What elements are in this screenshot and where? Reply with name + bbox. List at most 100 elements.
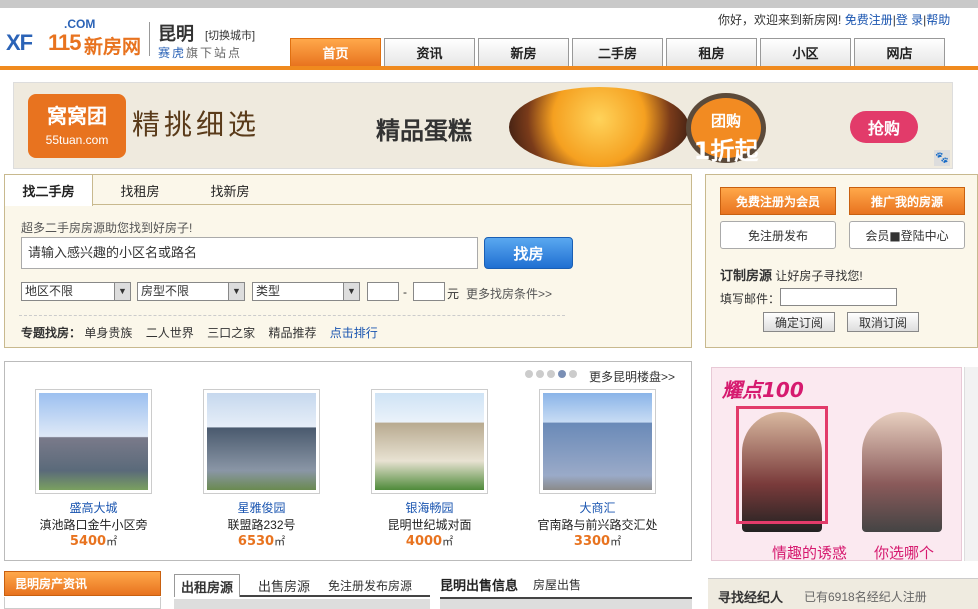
sale-info-link[interactable]: 房屋出售 <box>533 576 581 593</box>
district-select[interactable]: 地区不限 ▼ <box>21 282 131 301</box>
search-tabs: 找二手房 找租房 找新房 <box>5 175 691 206</box>
room-type-select[interactable]: 房型不限 ▼ <box>137 282 245 301</box>
property-type-value: 类型 <box>256 284 281 298</box>
price-value: 4000 <box>405 534 443 549</box>
chevron-down-icon: ▼ <box>114 283 130 300</box>
free-publish-link[interactable]: 免注册发布房源 <box>328 574 412 597</box>
search-panel: 找二手房 找租房 找新房 超多二手房房源助您找到好房子! 请输入感兴趣的小区名或… <box>4 174 692 348</box>
register-member-button[interactable]: 免费注册为会员 <box>720 187 836 215</box>
nav-tab-second-hand[interactable]: 二手房 <box>572 38 663 66</box>
tuan-brand: 窝窝团 <box>47 104 107 128</box>
site-logo[interactable]: XF 115 .COM 新房网 <box>4 17 146 58</box>
ad-caption-right: 你选哪个 <box>874 545 935 561</box>
agent-finder: 寻找经纪人 已有6918名经纪人注册 <box>708 578 978 609</box>
listing-price: 3300㎡ <box>525 533 670 549</box>
cancel-subscribe-button[interactable]: 取消订阅 <box>847 312 919 332</box>
nav-tab-news[interactable]: 资讯 <box>384 38 475 66</box>
promo-banner[interactable]: 窝窝团 55tuan.com 精挑细选 精品蛋糕 团购 1折起 抢购 🐾 <box>13 82 953 169</box>
property-type-select[interactable]: 类型 ▼ <box>252 282 360 301</box>
banner-slogan: 精挑细选 <box>132 108 261 141</box>
top-gray-bar <box>0 0 978 8</box>
member-login-button[interactable]: 会员■登陆中心 <box>849 221 965 249</box>
nav-tab-home[interactable]: 首页 <box>290 38 381 66</box>
nav-tab-new-homes[interactable]: 新房 <box>478 38 569 66</box>
nav-underline <box>0 66 978 70</box>
chevron-down-icon: ▼ <box>228 283 244 300</box>
banner-product: 精品蛋糕 <box>376 117 472 145</box>
switch-city-link[interactable]: [切换城市] <box>205 27 255 43</box>
listing-name[interactable]: 盛高大城 <box>21 499 166 516</box>
tab-find-new[interactable]: 找新房 <box>195 175 265 205</box>
deal-line-2: 1折起 <box>693 137 759 165</box>
listing-address: 昆明世纪城对面 <box>387 518 472 532</box>
listing-card[interactable]: 大商汇 官南路与前兴路交汇处 3300㎡ <box>525 389 670 549</box>
register-link[interactable]: 免费注册 <box>845 13 893 27</box>
listing-card[interactable]: 盛高大城 滇池路口金牛小区旁 5400㎡ <box>21 389 166 549</box>
side-scroll-strip <box>964 367 978 561</box>
listing-photo[interactable] <box>35 389 152 494</box>
ad-photo-right <box>862 412 942 532</box>
nav-tab-shop[interactable]: 网店 <box>854 38 945 66</box>
tab-rent-listings[interactable]: 出租房源 <box>174 574 241 597</box>
listing-photo[interactable] <box>203 389 320 494</box>
agent-count: 已有6918名经纪人注册 <box>804 590 927 604</box>
listing-address: 官南路与前兴路交汇处 <box>537 518 658 532</box>
find-house-button[interactable]: 找房 <box>484 237 573 269</box>
topic-couple[interactable]: 二人世界 <box>146 326 194 340</box>
listing-photo[interactable] <box>539 389 656 494</box>
cake-image <box>509 87 689 167</box>
room-type-value: 房型不限 <box>141 284 190 298</box>
grab-button[interactable]: 抢购 <box>850 111 918 143</box>
topic-single[interactable]: 单身贵族 <box>84 326 132 340</box>
listing-name[interactable]: 星雅俊园 <box>189 499 334 516</box>
topic-family[interactable]: 三口之家 <box>207 326 255 340</box>
current-city: 昆明 <box>158 24 194 45</box>
logo-chinese: 新房网 <box>84 36 142 58</box>
listing-card[interactable]: 星雅俊园 联盟路232号 6530㎡ <box>189 389 334 549</box>
promote-listing-button[interactable]: 推广我的房源 <box>849 187 965 215</box>
login-link[interactable]: 登 录 <box>896 13 923 27</box>
listing-price: 6530㎡ <box>189 533 334 549</box>
more-conditions-link[interactable]: 更多找房条件>> <box>466 285 552 302</box>
listing-photo[interactable] <box>371 389 488 494</box>
price-unit: ㎡ <box>442 535 454 548</box>
subsite-label: 赛虎旗下站点 <box>158 44 242 61</box>
chevron-down-icon: ▼ <box>343 283 359 300</box>
search-input[interactable]: 请输入感兴趣的小区名或路名 <box>21 237 478 269</box>
help-link[interactable]: 帮助 <box>926 13 950 27</box>
ad-photo-frame <box>736 406 828 524</box>
listing-address: 滇池路口金牛小区旁 <box>39 518 148 532</box>
ad-caption-left: 情趣的诱惑 <box>772 545 848 561</box>
nav-tab-community[interactable]: 小区 <box>760 38 851 66</box>
subscribe-title: 订制房源 让好房子寻找您! <box>720 265 863 284</box>
ad-title: 耀点100 <box>722 378 804 402</box>
paw-icon[interactable]: 🐾 <box>934 150 950 166</box>
tab-find-rent[interactable]: 找租房 <box>105 175 175 205</box>
tab-sale-listings[interactable]: 出售房源 <box>258 574 310 597</box>
carousel-dots[interactable] <box>525 370 577 378</box>
listing-name[interactable]: 银海畅园 <box>357 499 502 516</box>
tab-find-second-hand[interactable]: 找二手房 <box>5 175 93 206</box>
side-advertisement[interactable]: 耀点100 情趣的诱惑 你选哪个 <box>711 367 962 561</box>
publish-no-register-button[interactable]: 免注册发布 <box>720 221 836 249</box>
district-value: 地区不限 <box>25 284 74 298</box>
topic-featured[interactable]: 精品推荐 <box>268 326 316 340</box>
price-max-input[interactable] <box>413 282 445 301</box>
price-separator: - <box>403 285 407 299</box>
price-value: 6530 <box>237 534 275 549</box>
click-rank-link[interactable]: 点击排行 <box>330 326 378 340</box>
sale-info-title: 昆明出售信息 <box>440 579 519 594</box>
confirm-subscribe-button[interactable]: 确定订阅 <box>763 312 835 332</box>
news-section-header[interactable]: 昆明房产资讯 <box>4 571 161 596</box>
more-properties-link[interactable]: 更多昆明楼盘>> <box>589 368 675 385</box>
listing-price: 5400㎡ <box>21 533 166 549</box>
nav-tab-rent[interactable]: 租房 <box>666 38 757 66</box>
price-value: 5400 <box>69 534 107 549</box>
logo-com: .COM <box>64 17 96 31</box>
price-min-input[interactable] <box>367 282 399 301</box>
email-field[interactable] <box>780 288 897 306</box>
listing-address: 联盟路232号 <box>227 518 296 532</box>
tuan-logo: 窝窝团 55tuan.com <box>28 94 126 158</box>
listing-name[interactable]: 大商汇 <box>525 499 670 516</box>
listing-card[interactable]: 银海畅园 昆明世纪城对面 4000㎡ <box>357 389 502 549</box>
